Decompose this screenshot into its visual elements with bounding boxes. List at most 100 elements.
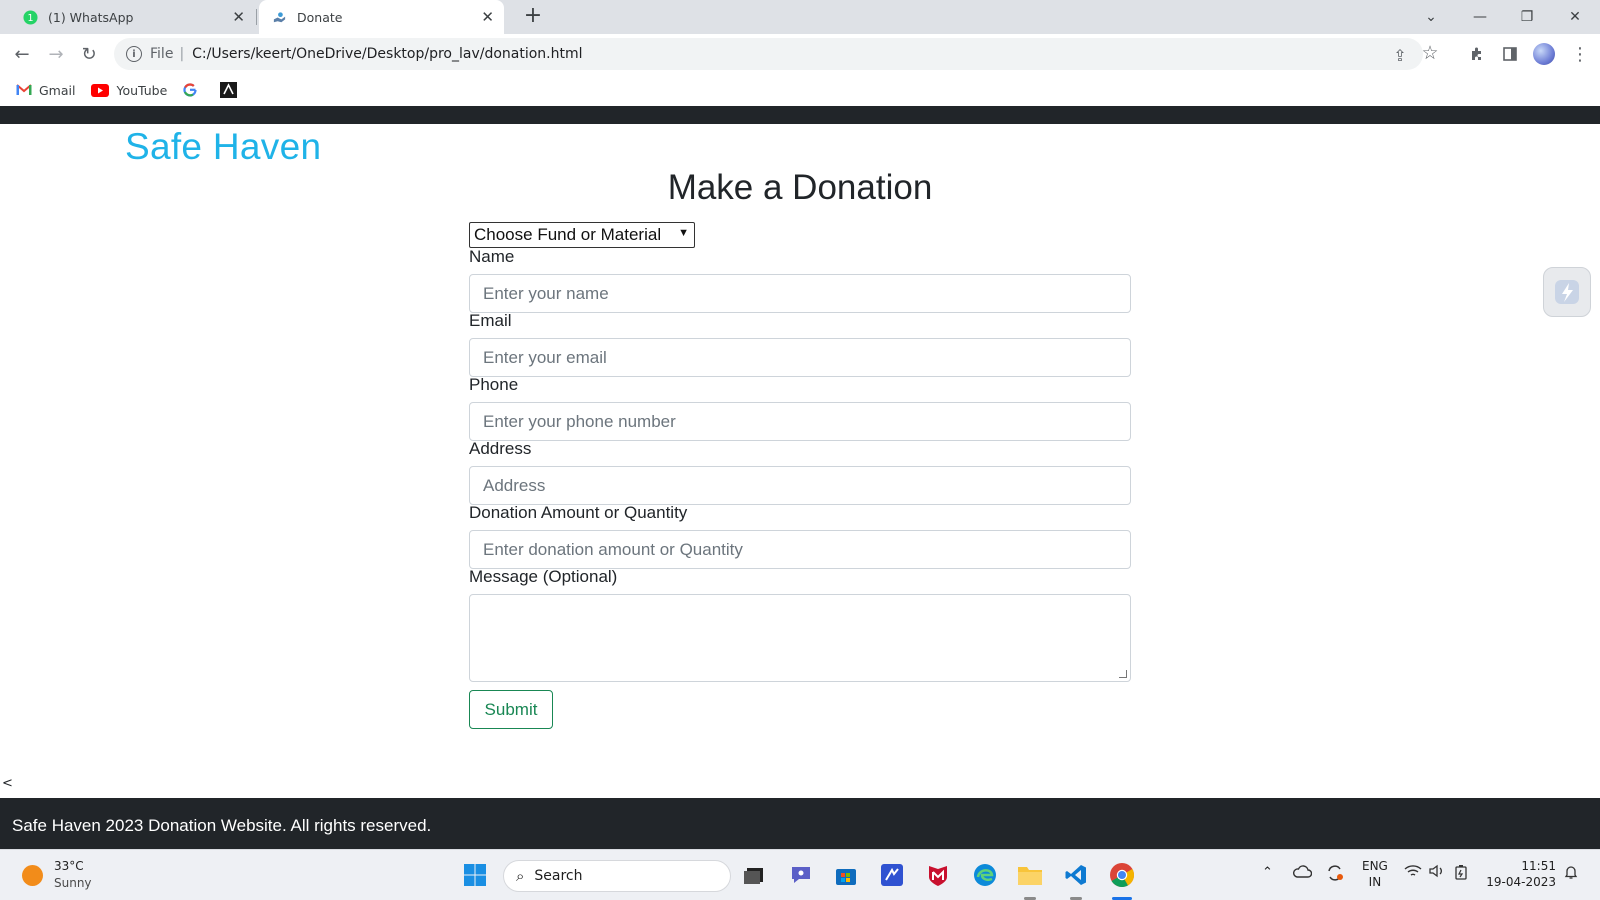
address-placeholder: Address	[483, 475, 546, 495]
navbar	[0, 106, 1600, 124]
bookmark-star-icon[interactable]: ☆	[1420, 42, 1440, 64]
submit-button[interactable]: Submit	[469, 690, 553, 729]
svg-text:1: 1	[27, 12, 33, 23]
language-code: ENG	[1362, 859, 1388, 873]
youtube-icon	[91, 83, 110, 97]
search-icon: ⌕	[516, 867, 525, 885]
teams-chat-icon[interactable]	[788, 862, 814, 888]
address-field[interactable]: Address	[469, 466, 1131, 505]
amount-field[interactable]: Enter donation amount or Quantity	[469, 530, 1131, 569]
edge-icon[interactable]	[972, 862, 998, 888]
battery-icon[interactable]	[1452, 864, 1470, 880]
tab-search-chevron-icon[interactable]: ⌄	[1408, 0, 1454, 34]
phone-label: Phone	[469, 375, 519, 394]
taskbar-search[interactable]: ⌕ Search	[503, 860, 731, 892]
back-button[interactable]: ←	[10, 42, 34, 66]
web-page: Safe Haven Make a Donation Choose Fund o…	[0, 106, 1600, 849]
browser-toolbar: ← → ↻ i File | C:/Users/keert/OneDrive/D…	[0, 34, 1600, 74]
page-title: Make a Donation	[667, 168, 933, 207]
site-logo[interactable]: Safe Haven	[125, 126, 321, 168]
weather-sun-icon[interactable]	[22, 865, 43, 886]
bookmark-app-icon	[220, 82, 238, 98]
onedrive-cloud-icon[interactable]	[1292, 864, 1312, 878]
bookmarks-bar: Gmail YouTube	[0, 74, 1600, 106]
clock-time: 11:51	[1521, 859, 1556, 873]
profile-avatar[interactable]	[1533, 43, 1555, 65]
side-panel-icon[interactable]	[1498, 42, 1522, 66]
site-info-icon[interactable]: i	[126, 46, 142, 62]
close-tab-icon[interactable]: ✕	[232, 8, 245, 26]
address-label: Address	[469, 439, 532, 458]
resize-grip-icon[interactable]	[1119, 670, 1127, 678]
new-tab-button[interactable]: +	[520, 4, 546, 30]
bookmark-gmail[interactable]: Gmail	[16, 83, 75, 98]
volume-icon[interactable]	[1428, 864, 1446, 878]
floating-widget-button[interactable]	[1543, 267, 1591, 317]
phone-placeholder: Enter your phone number	[483, 411, 676, 431]
bookmark-youtube[interactable]: YouTube	[91, 83, 167, 98]
message-textarea[interactable]	[469, 594, 1131, 682]
share-icon[interactable]: ⇪	[1390, 45, 1410, 65]
language-indicator[interactable]: ENG IN	[1362, 858, 1388, 890]
bookmark-google[interactable]	[183, 83, 204, 97]
email-label: Email	[469, 311, 512, 330]
bookmark-app[interactable]	[220, 82, 244, 98]
tab-label: Donate	[297, 9, 343, 25]
gmail-icon	[16, 84, 32, 96]
wifi-icon[interactable]	[1404, 864, 1422, 878]
clock-date: 19-04-2023	[1486, 875, 1556, 889]
app-pen-icon[interactable]	[879, 862, 905, 888]
store-icon[interactable]	[833, 862, 859, 888]
whatsapp-icon: 1	[22, 9, 38, 25]
url-text: C:/Users/keert/OneDrive/Desktop/pro_lav/…	[192, 46, 583, 62]
mcafee-icon[interactable]	[925, 862, 951, 888]
url-divider: |	[179, 46, 185, 62]
name-placeholder: Enter your name	[483, 283, 609, 303]
message-label: Message (Optional)	[469, 567, 618, 586]
footer-text: Safe Haven 2023 Donation Website. All ri…	[12, 816, 432, 835]
amount-placeholder: Enter donation amount or Quantity	[483, 539, 743, 559]
weather-condition[interactable]: Sunny	[54, 876, 92, 890]
site-footer: Safe Haven 2023 Donation Website. All ri…	[0, 798, 1600, 849]
close-tab-icon[interactable]: ✕	[481, 8, 494, 26]
google-icon	[183, 83, 197, 97]
lightning-icon	[1555, 280, 1579, 304]
tab-divider	[256, 9, 257, 25]
search-label: Search	[534, 868, 583, 884]
notification-bell-icon[interactable]	[1563, 864, 1579, 880]
fund-material-select[interactable]: Choose Fund or Material ▼	[469, 222, 695, 248]
reload-button[interactable]: ↻	[77, 42, 101, 66]
select-value: Choose Fund or Material	[474, 225, 662, 244]
tab-label: (1) WhatsApp	[48, 9, 134, 25]
windows-start-icon[interactable]	[462, 862, 488, 888]
tab-whatsapp[interactable]: 1 (1) WhatsApp ✕	[10, 0, 255, 34]
email-field[interactable]: Enter your email	[469, 338, 1131, 377]
show-hidden-icons-chevron-icon[interactable]: ⌃	[1262, 865, 1273, 880]
chevron-down-icon: ▼	[678, 227, 689, 239]
chrome-icon[interactable]	[1109, 862, 1135, 888]
forward-button[interactable]: →	[44, 42, 68, 66]
taskbar: 33°C Sunny ⌕ Search ⌃ ENG IN 11:51 19-04…	[0, 849, 1600, 900]
name-label: Name	[469, 247, 515, 266]
extensions-icon[interactable]	[1465, 42, 1489, 66]
menu-kebab-icon[interactable]: ⋮	[1568, 42, 1592, 66]
close-window-button[interactable]: ✕	[1552, 0, 1598, 34]
page-favicon-icon	[271, 9, 287, 25]
weather-temp[interactable]: 33°C	[54, 859, 84, 873]
name-field[interactable]: Enter your name	[469, 274, 1131, 313]
browser-tab-strip: 1 (1) WhatsApp ✕ Donate ✕ + ⌄ — ❐ ✕	[0, 0, 1600, 34]
task-view-icon[interactable]	[741, 862, 767, 888]
amount-label: Donation Amount or Quantity	[469, 503, 688, 522]
tab-donate[interactable]: Donate ✕	[259, 0, 504, 34]
phone-field[interactable]: Enter your phone number	[469, 402, 1131, 441]
address-bar[interactable]: i File | C:/Users/keert/OneDrive/Desktop…	[114, 38, 1439, 70]
bookmark-label: YouTube	[116, 82, 168, 98]
sync-icon[interactable]	[1325, 864, 1345, 882]
file-explorer-icon[interactable]	[1017, 862, 1043, 888]
restore-button[interactable]: ❐	[1504, 0, 1550, 34]
vscode-icon[interactable]	[1063, 862, 1089, 888]
minimize-button[interactable]: —	[1457, 0, 1503, 34]
system-clock[interactable]: 11:51 19-04-2023	[1486, 858, 1556, 890]
bookmark-label: Gmail	[39, 82, 76, 98]
stray-text: <	[2, 776, 13, 791]
